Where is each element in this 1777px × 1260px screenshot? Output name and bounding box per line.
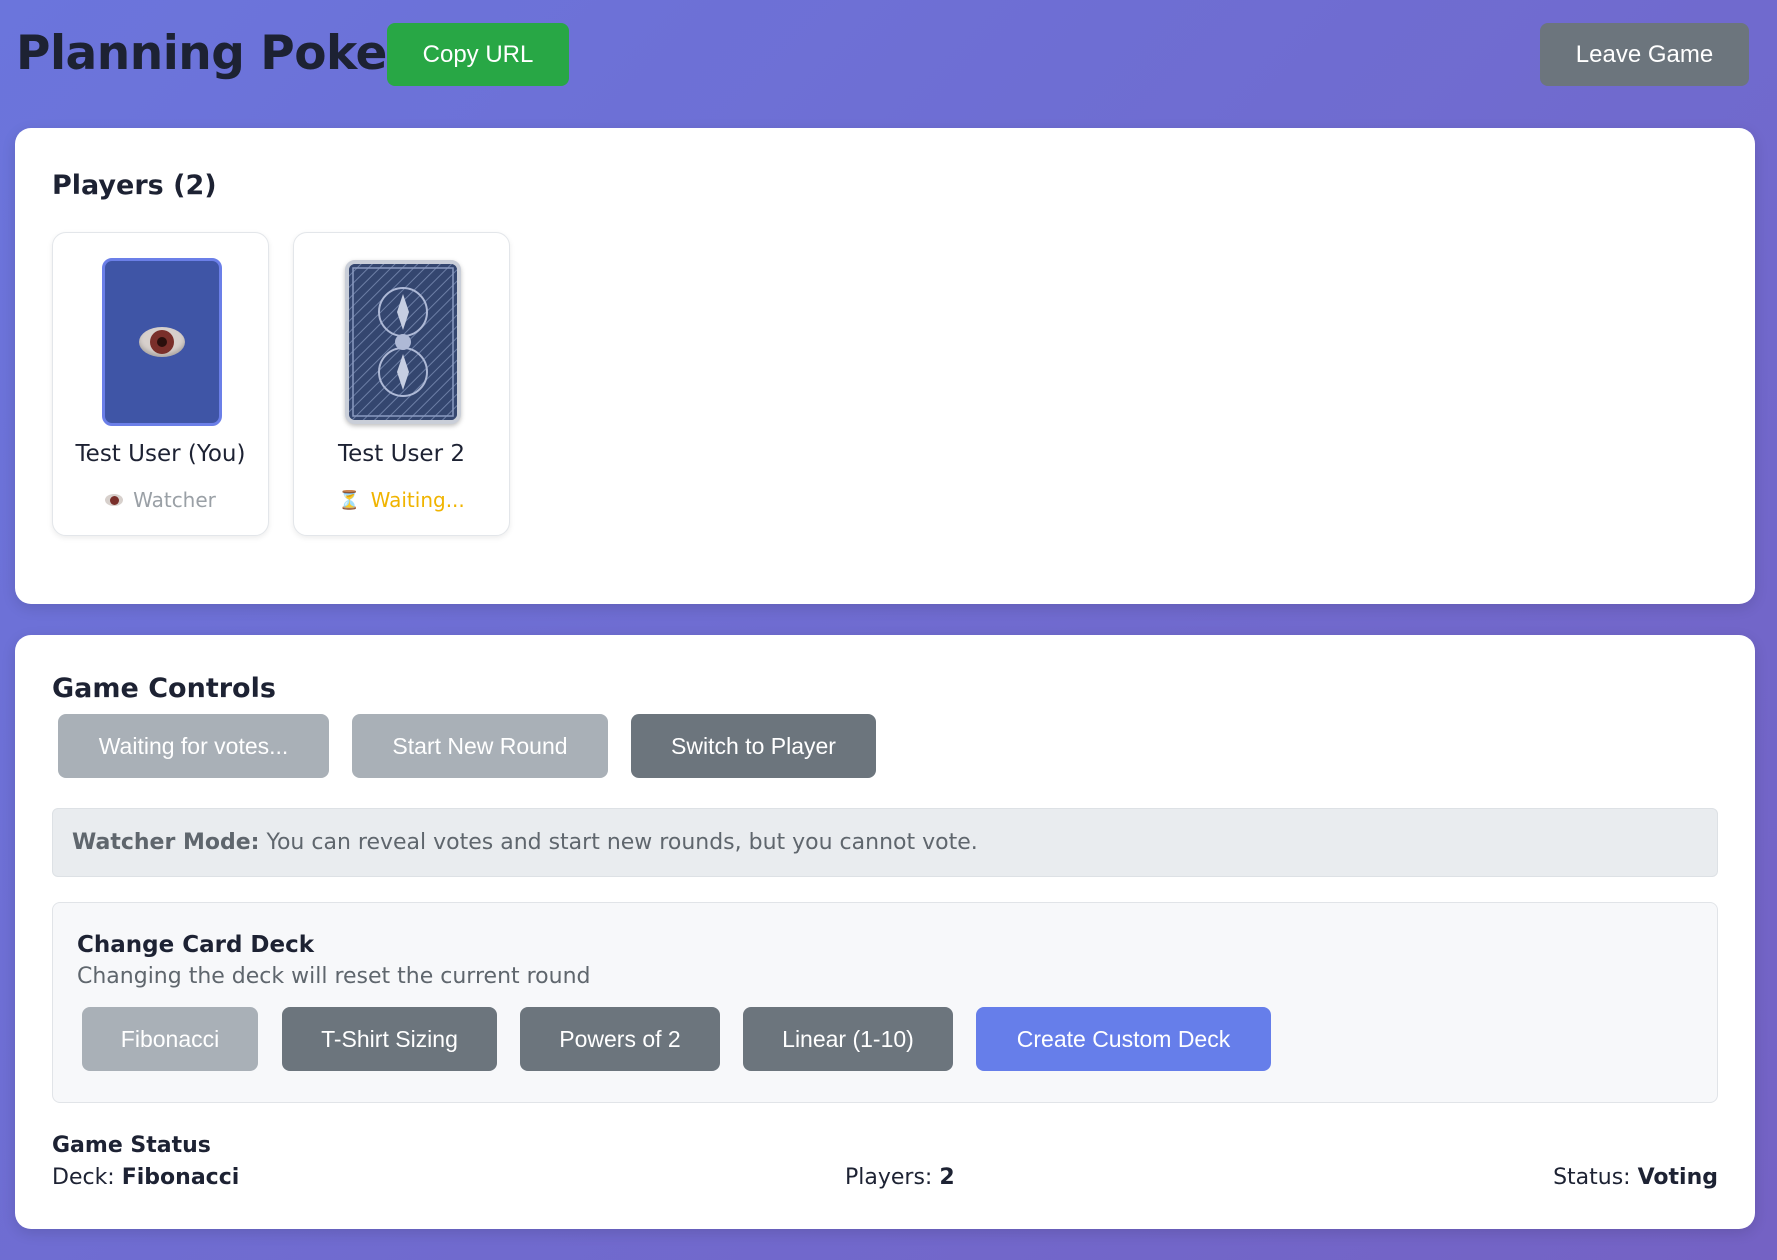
deck-option-powers-of-2[interactable]: Powers of 2	[520, 1007, 720, 1071]
player-name: Test User (You)	[75, 441, 246, 467]
app-header: Planning Poker Copy URL Leave Game	[0, 0, 1777, 110]
deck-title: Change Card Deck	[77, 932, 315, 958]
waiting-for-votes-button[interactable]: Waiting for votes...	[58, 714, 329, 778]
status-players: Players: 2	[845, 1165, 955, 1190]
watcher-mode-label: Watcher Mode:	[72, 830, 260, 855]
player-card: Test User (You) Watcher	[52, 232, 269, 536]
status-deck: Deck: Fibonacci	[52, 1165, 239, 1190]
game-controls-panel: Game Controls Waiting for votes... Start…	[15, 635, 1755, 1229]
deck-option-fibonacci[interactable]: Fibonacci	[82, 1007, 258, 1071]
player-status: ⏳ Waiting...	[294, 488, 509, 512]
status-state: Status: Voting	[1553, 1165, 1718, 1190]
eye-icon	[139, 327, 185, 357]
leave-game-button[interactable]: Leave Game	[1540, 23, 1749, 86]
card-back	[345, 260, 461, 424]
card-back-pattern-icon	[349, 264, 457, 420]
watcher-card	[102, 258, 222, 426]
status-deck-value: Fibonacci	[121, 1165, 240, 1190]
copy-url-button[interactable]: Copy URL	[387, 23, 569, 86]
page-title: Planning Poker	[16, 26, 410, 81]
game-status-title: Game Status	[52, 1133, 211, 1158]
player-card: Test User 2 ⏳ Waiting...	[293, 232, 510, 536]
status-state-value: Voting	[1637, 1165, 1718, 1190]
start-new-round-button[interactable]: Start New Round	[352, 714, 608, 778]
eye-icon	[105, 494, 124, 506]
switch-to-player-button[interactable]: Switch to Player	[631, 714, 876, 778]
players-title: Players (2)	[52, 170, 217, 201]
status-players-label: Players:	[845, 1165, 940, 1190]
deck-option-tshirt-sizing[interactable]: T-Shirt Sizing	[282, 1007, 497, 1071]
status-state-label: Status:	[1553, 1165, 1638, 1190]
watcher-mode-text: You can reveal votes and start new round…	[266, 830, 978, 855]
game-controls-title: Game Controls	[52, 673, 276, 704]
players-panel: Players (2) Test User (You) Watcher Test…	[15, 128, 1755, 604]
create-custom-deck-button[interactable]: Create Custom Deck	[976, 1007, 1271, 1071]
change-card-deck-section: Change Card Deck Changing the deck will …	[52, 902, 1718, 1103]
hourglass-icon: ⏳	[338, 489, 361, 511]
watcher-mode-note: Watcher Mode: You can reveal votes and s…	[52, 808, 1718, 877]
player-status-label: Waiting...	[370, 488, 465, 512]
player-name: Test User 2	[338, 441, 465, 467]
status-deck-label: Deck:	[52, 1165, 122, 1190]
deck-subtitle: Changing the deck will reset the current…	[77, 964, 591, 989]
player-status-label: Watcher	[133, 488, 216, 512]
status-players-value: 2	[939, 1165, 955, 1190]
deck-option-linear[interactable]: Linear (1-10)	[743, 1007, 953, 1071]
player-status: Watcher	[53, 488, 268, 512]
